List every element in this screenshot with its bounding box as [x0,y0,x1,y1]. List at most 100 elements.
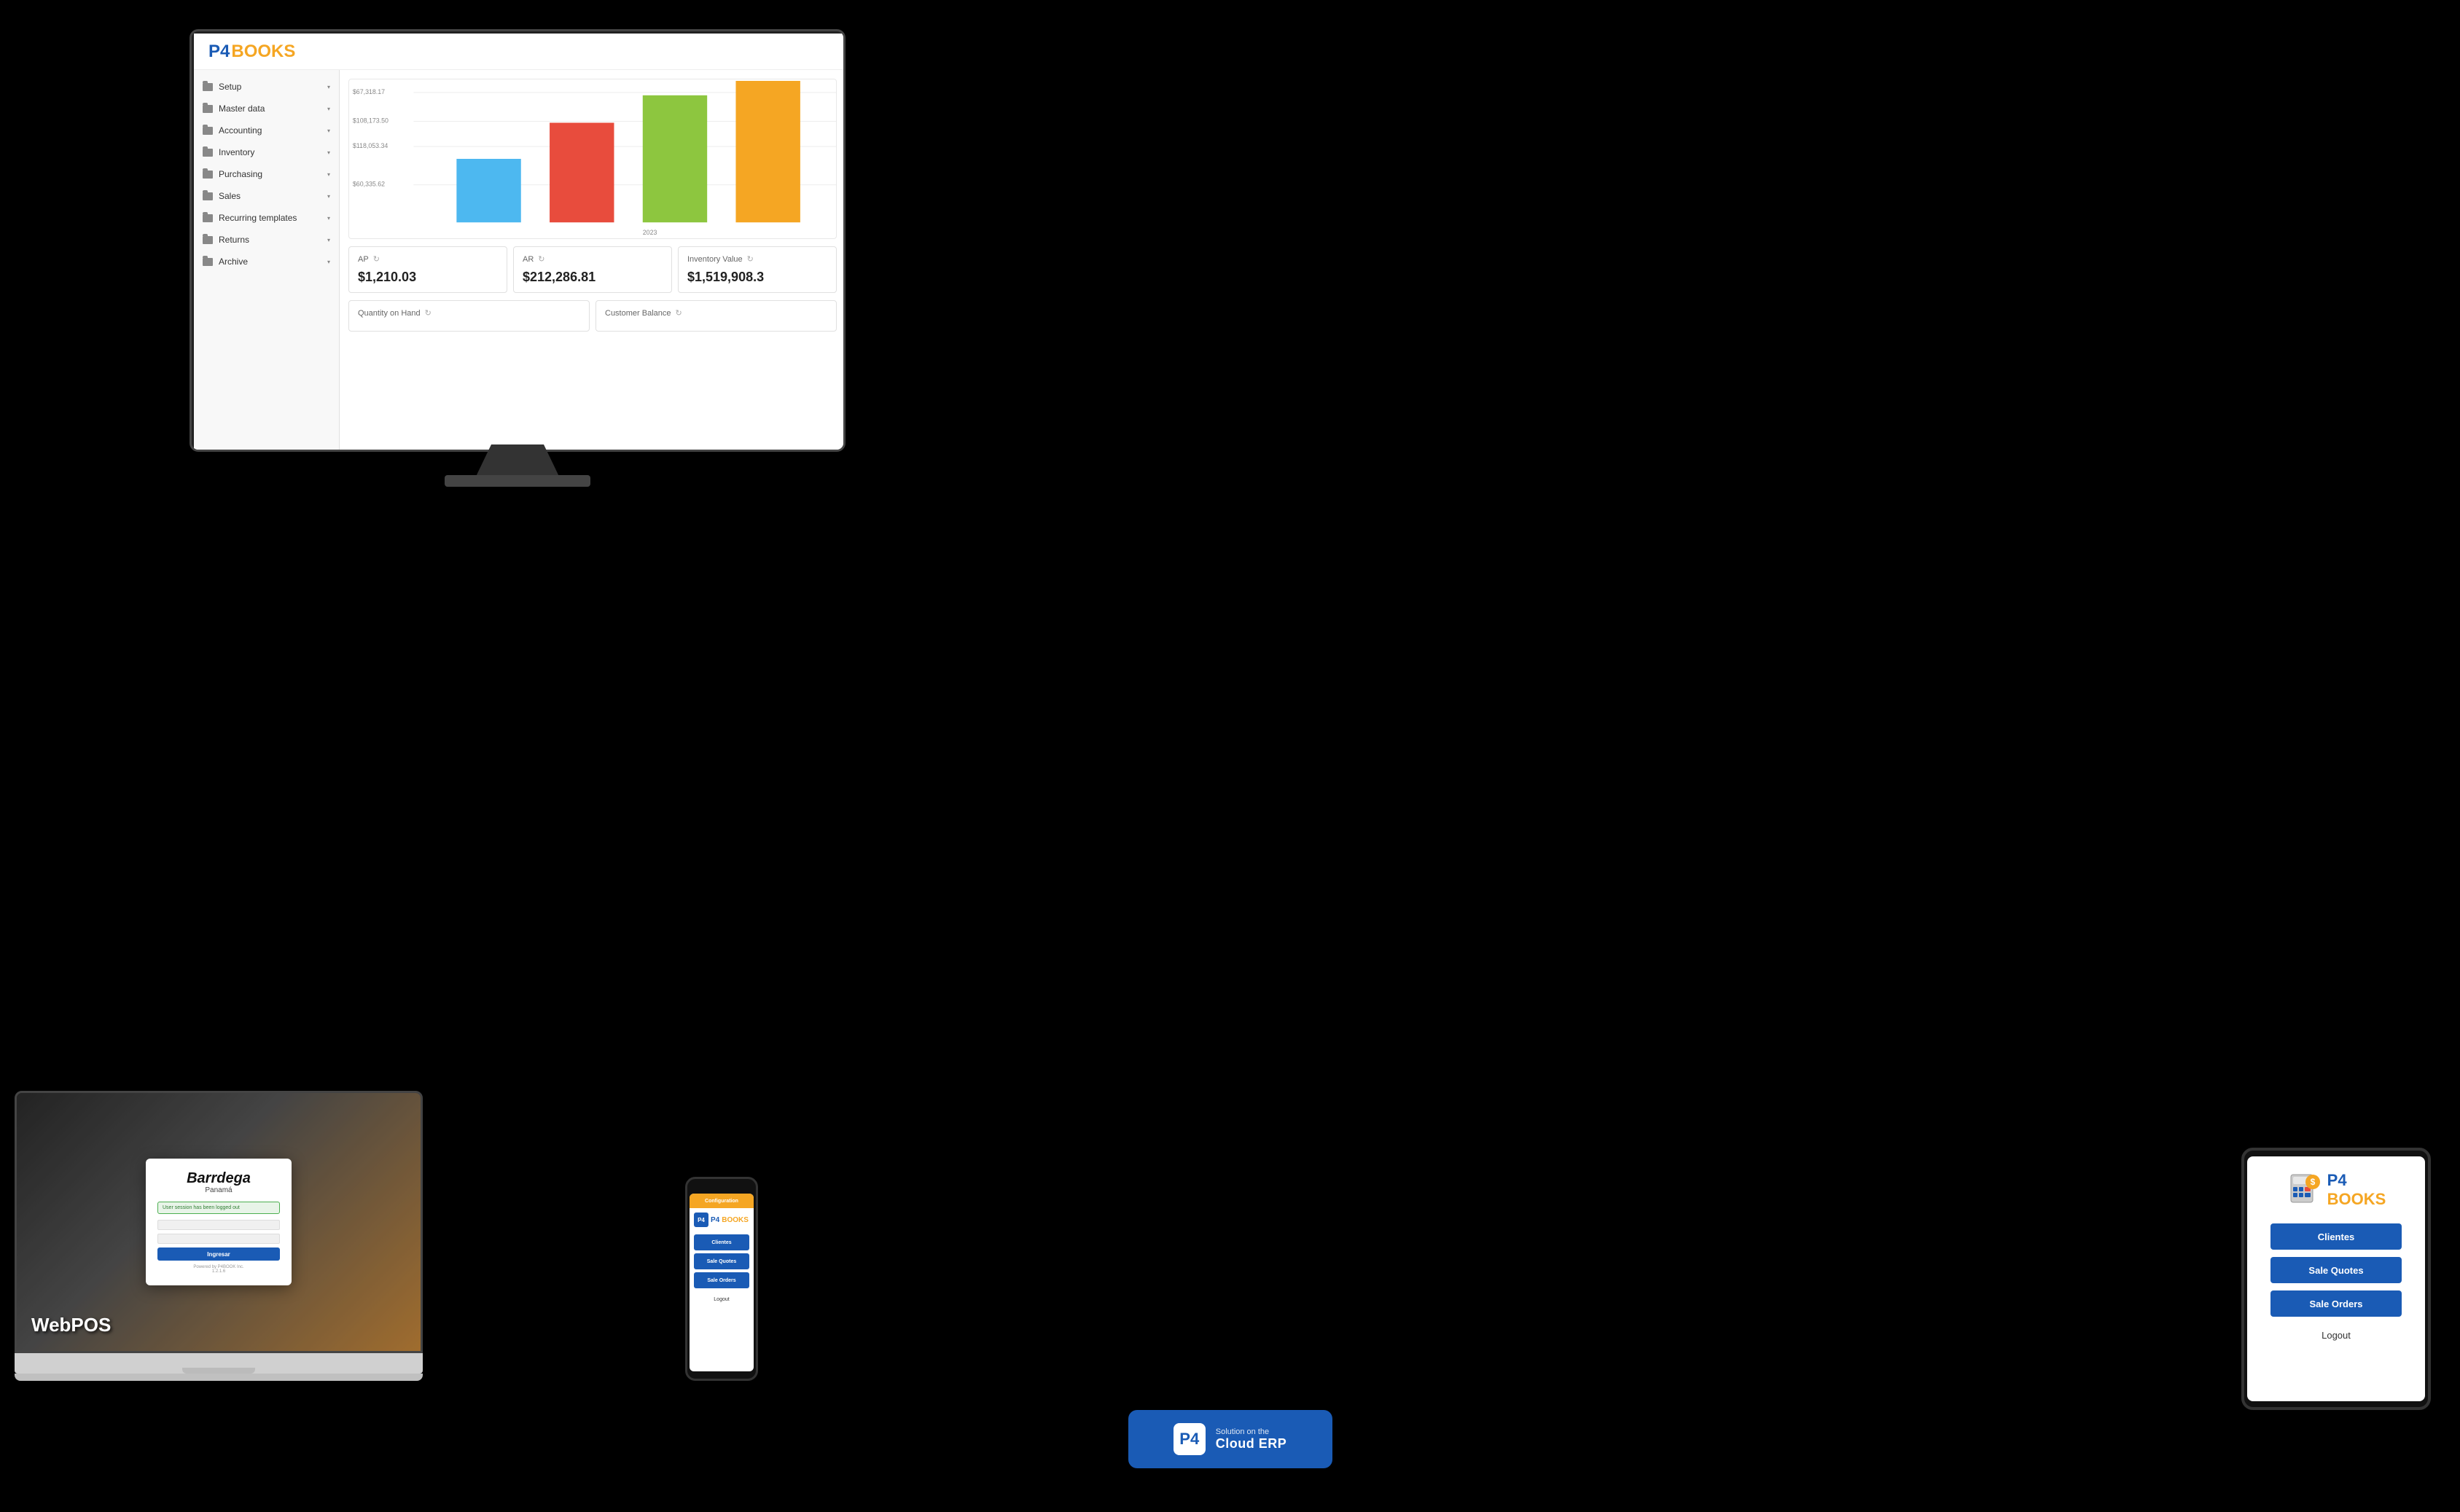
phone-p4-icon: P4 [698,1217,705,1223]
inv-value: $1,519,908.3 [687,270,827,285]
phone-logo: P4 P4 BOOKS [690,1208,754,1231]
tablet-logo-texts: P4 BOOKS [2327,1171,2386,1209]
badge-solution-text: Solution on the [1216,1427,1287,1436]
svg-text:$67,318.17: $67,318.17 [353,88,385,95]
ar-value: $212,286.81 [523,270,663,285]
phone-logout[interactable]: Logout [690,1294,754,1305]
alert-message: User session has been logged out [157,1202,280,1214]
phone-logo-books: BOOKS [722,1216,749,1224]
stats-row-2: Quantity on Hand ↻ Customer Balance ↻ [348,300,837,332]
password-input[interactable] [157,1234,280,1244]
chevron-icon: ▾ [327,237,330,243]
refresh-icon[interactable]: ↻ [676,308,682,318]
chevron-icon: ▾ [327,106,330,112]
tablet: $ P4 BOOKS Clientes Sale Quotes Sale Ord… [2241,1148,2431,1410]
tablet-logo-p4: P4 [2327,1171,2386,1190]
sidebar-item-label: Sales [219,191,241,201]
sidebar-item-setup[interactable]: Setup ▾ [194,76,339,98]
sidebar-item-purchasing[interactable]: Purchasing ▾ [194,163,339,185]
stat-ap: AP ↻ $1,210.03 [348,246,507,293]
tablet-btn-orders[interactable]: Sale Orders [2270,1290,2402,1317]
ar-label: AR [523,255,534,264]
sidebar-item-masterdata[interactable]: Master data ▾ [194,98,339,120]
calculator-icon: $ [2287,1172,2323,1208]
inv-value-label: Inventory Value [687,255,743,264]
badge-text: Solution on the Cloud ERP [1216,1427,1287,1452]
webpos-label: WebPOS [31,1314,111,1336]
folder-icon [203,127,213,135]
chevron-icon: ▾ [327,84,330,90]
sidebar-item-label: Purchasing [219,169,262,179]
phone-menu: Clientes Sale Quotes Sale Orders [690,1231,754,1294]
phone-logo-icon: P4 [694,1213,708,1227]
folder-icon [203,258,213,266]
chevron-icon: ▾ [327,128,330,134]
svg-text:2023: 2023 [643,229,657,236]
folder-icon [203,149,213,157]
phone-menu-clientes[interactable]: Clientes [694,1234,749,1250]
phone-header-text: Configuration [705,1199,738,1204]
stat-quantity: Quantity on Hand ↻ [348,300,590,332]
sidebar-item-label: Inventory [219,147,254,157]
sidebar-item-sales[interactable]: Sales ▾ [194,185,339,207]
badge-cloud-text: Cloud ERP [1216,1436,1287,1452]
folder-icon [203,83,213,91]
monitor-base [445,475,590,487]
qty-label: Quantity on Hand [358,309,421,318]
stat-ar: AR ↻ $212,286.81 [513,246,672,293]
tablet-screen: $ P4 BOOKS Clientes Sale Quotes Sale Ord… [2247,1156,2425,1401]
phone-menu-orders[interactable]: Sale Orders [694,1272,749,1288]
login-card: Barrdega Panamá User session has been lo… [146,1159,292,1285]
sidebar-item-inventory[interactable]: Inventory ▾ [194,141,339,163]
refresh-icon[interactable]: ↻ [425,308,432,318]
sidebar-item-returns[interactable]: Returns ▾ [194,229,339,251]
logo-books: BOOKS [231,42,295,62]
svg-text:$60,335.62: $60,335.62 [353,181,385,188]
folder-icon [203,214,213,222]
svg-text:$118,053.34: $118,053.34 [353,142,388,149]
tablet-btn-clientes[interactable]: Clientes [2270,1223,2402,1250]
tablet-logo-books: BOOKS [2327,1190,2386,1209]
chevron-icon: ▾ [327,259,330,265]
username-input[interactable] [157,1220,280,1230]
refresh-icon[interactable]: ↻ [747,254,754,264]
laptop: Barrdega Panamá User session has been lo… [15,1091,423,1381]
sidebar: Setup ▾ Master data ▾ Accounting ▾ Inven… [194,70,340,452]
stat-inventory-value: Inventory Value ↻ $1,519,908.3 [678,246,837,293]
phone-screen: Configuration P4 P4 BOOKS Clientes Sale … [690,1194,754,1371]
svg-text:$108,173.50: $108,173.50 [353,117,388,124]
barrdega-sub: Panamá [157,1186,280,1194]
refresh-icon[interactable]: ↻ [373,254,380,264]
sidebar-item-recurring[interactable]: Recurring templates ▾ [194,207,339,229]
chevron-icon: ▾ [327,149,330,156]
chevron-icon: ▾ [327,171,330,178]
folder-icon [203,192,213,200]
cust-bal-label: Customer Balance [605,309,671,318]
phone-logo-p4: P4 [711,1216,719,1224]
screen-header: P4 BOOKS [194,34,846,70]
laptop-screen: Barrdega Panamá User session has been lo… [17,1093,421,1351]
phone-frame: Configuration P4 P4 BOOKS Clientes Sale … [685,1177,758,1381]
refresh-icon[interactable]: ↻ [538,254,544,264]
sidebar-item-archive[interactable]: Archive ▾ [194,251,339,273]
folder-icon [203,236,213,244]
monitor-frame: P4 BOOKS Setup ▾ Master data ▾ Accountin… [190,29,846,452]
login-button[interactable]: Ingresar [157,1247,280,1261]
chevron-icon: ▾ [327,215,330,222]
laptop-keyboard [15,1353,423,1374]
ap-label: AP [358,255,369,264]
tablet-logo: $ P4 BOOKS [2287,1171,2386,1209]
tablet-frame: $ P4 BOOKS Clientes Sale Quotes Sale Ord… [2241,1148,2431,1410]
bar-chart: $67,318.17 $108,173.50 $118,053.34 $60,3… [348,79,837,239]
folder-icon [203,171,213,179]
tablet-logout[interactable]: Logout [2322,1330,2351,1341]
sidebar-item-label: Master data [219,103,265,114]
phone-menu-quotes[interactable]: Sale Quotes [694,1253,749,1269]
powered-text: Powered by P4BOOK Inc. 1.2.1.6 [157,1265,280,1274]
tablet-btn-quotes[interactable]: Sale Quotes [2270,1257,2402,1283]
sidebar-item-accounting[interactable]: Accounting ▾ [194,120,339,141]
chevron-icon: ▾ [327,193,330,200]
sidebar-item-label: Archive [219,256,248,267]
barrdega-title: Barrdega [157,1170,280,1186]
sidebar-item-label: Setup [219,82,241,92]
